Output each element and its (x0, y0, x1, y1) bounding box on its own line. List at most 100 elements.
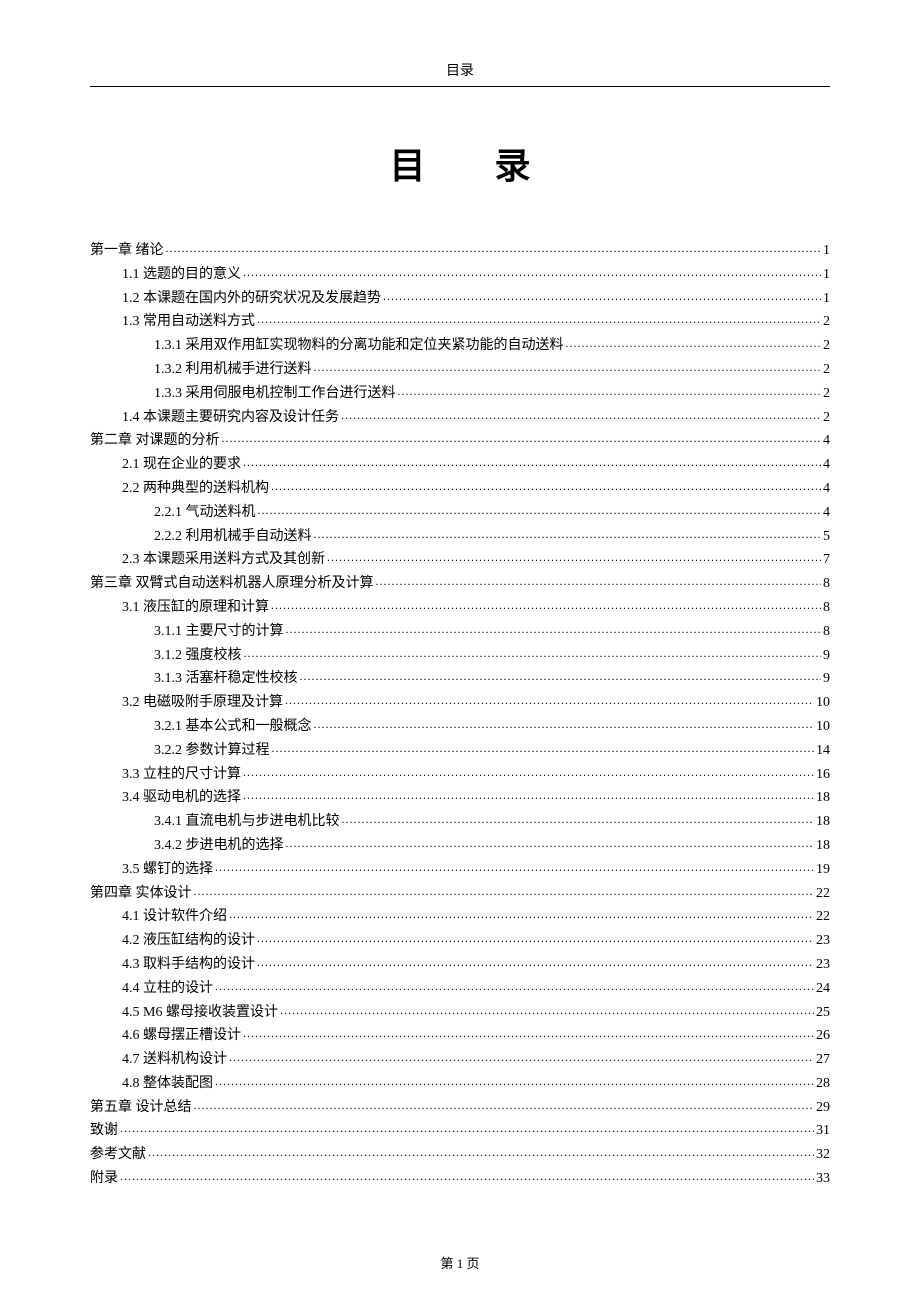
toc-entry[interactable]: 3.1.2 强度校核9 (90, 644, 830, 668)
toc-entry[interactable]: 1.3.2 利用机械手进行送料2 (90, 358, 830, 382)
toc-label: 3.1 液压缸的原理和计算 (122, 596, 269, 620)
toc-label: 附录 (90, 1167, 118, 1191)
toc-leader-dots (194, 883, 815, 897)
toc-page-number: 24 (816, 977, 830, 1001)
toc-label: 1.3 常用自动送料方式 (122, 310, 255, 334)
toc-label: 3.2.2 参数计算过程 (154, 739, 270, 763)
toc-page-number: 1 (823, 263, 830, 287)
toc-page-number: 22 (816, 882, 830, 906)
toc-label: 参考文献 (90, 1143, 146, 1167)
toc-entry[interactable]: 4.2 液压缸结构的设计23 (90, 929, 830, 953)
toc-label: 3.4.1 直流电机与步进电机比较 (154, 810, 340, 834)
toc-label: 3.1.1 主要尺寸的计算 (154, 620, 284, 644)
toc-label: 1.3.1 采用双作用缸实现物料的分离功能和定位夹紧功能的自动送料 (154, 334, 564, 358)
toc-leader-dots (120, 1120, 814, 1134)
toc-entry[interactable]: 3.1 液压缸的原理和计算8 (90, 596, 830, 620)
page-title: 目 录 (90, 137, 830, 189)
toc-entry[interactable]: 3.4 驱动电机的选择18 (90, 786, 830, 810)
toc-entry[interactable]: 2.3 本课题采用送料方式及其创新7 (90, 548, 830, 572)
toc-leader-dots (243, 264, 821, 278)
toc-page-number: 23 (816, 953, 830, 977)
toc-leader-dots (148, 1144, 814, 1158)
toc-label: 2.2.1 气动送料机 (154, 501, 256, 525)
toc-entry[interactable]: 1.1 选题的目的意义 1 (90, 263, 830, 287)
toc-entry[interactable]: 3.2.1 基本公式和一般概念10 (90, 715, 830, 739)
toc-label: 3.2 电磁吸附手原理及计算 (122, 691, 283, 715)
toc-entry[interactable]: 第一章 绪论 1 (90, 239, 830, 263)
toc-label: 第一章 绪论 (90, 239, 164, 263)
toc-page-number: 1 (823, 239, 830, 263)
toc-label: 2.2 两种典型的送料机构 (122, 477, 269, 501)
toc-leader-dots (398, 383, 822, 397)
toc-entry[interactable]: 4.5 M6 螺母接收装置设计25 (90, 1001, 830, 1025)
toc-page-number: 9 (823, 667, 830, 691)
toc-entry[interactable]: 3.3 立柱的尺寸计算16 (90, 763, 830, 787)
toc-page-number: 10 (816, 691, 830, 715)
toc-page-number: 4 (823, 453, 830, 477)
toc-label: 2.3 本课题采用送料方式及其创新 (122, 548, 325, 572)
toc-page-number: 4 (823, 501, 830, 525)
toc-page-number: 19 (816, 858, 830, 882)
toc-label: 3.2.1 基本公式和一般概念 (154, 715, 312, 739)
toc-label: 第二章 对课题的分析 (90, 429, 220, 453)
toc-label: 致谢 (90, 1119, 118, 1143)
toc-entry[interactable]: 4.1 设计软件介绍22 (90, 905, 830, 929)
toc-page-number: 25 (816, 1001, 830, 1025)
toc-label: 1.1 选题的目的意义 (122, 263, 241, 287)
toc-entry[interactable]: 3.4.2 步进电机的选择18 (90, 834, 830, 858)
toc-label: 4.7 送料机构设计 (122, 1048, 227, 1072)
toc-leader-dots (271, 478, 821, 492)
toc-leader-dots (341, 407, 821, 421)
toc-entry[interactable]: 4.7 送料机构设计 27 (90, 1048, 830, 1072)
toc-entry[interactable]: 2.2.2 利用机械手自动送料5 (90, 525, 830, 549)
toc-leader-dots (229, 906, 814, 920)
toc-page-number: 2 (823, 406, 830, 430)
toc-entry[interactable]: 3.5 螺钉的选择19 (90, 858, 830, 882)
toc-label: 第四章 实体设计 (90, 882, 192, 906)
toc-leader-dots (243, 1025, 814, 1039)
toc-label: 1.3.2 利用机械手进行送料 (154, 358, 312, 382)
toc-entry[interactable]: 4.3 取料手结构的设计23 (90, 953, 830, 977)
toc-page-number: 2 (823, 334, 830, 358)
toc-leader-dots (166, 240, 822, 254)
toc-entry[interactable]: 1.2 本课题在国内外的研究状况及发展趋势1 (90, 287, 830, 311)
toc-entry[interactable]: 3.2.2 参数计算过程 14 (90, 739, 830, 763)
toc-entry[interactable]: 第二章 对课题的分析4 (90, 429, 830, 453)
toc-entry[interactable]: 第五章 设计总结29 (90, 1096, 830, 1120)
toc-entry[interactable]: 1.4 本课题主要研究内容及设计任务 2 (90, 406, 830, 430)
toc-entry[interactable]: 附录33 (90, 1167, 830, 1191)
toc-entry[interactable]: 4.4 立柱的设计24 (90, 977, 830, 1001)
toc-entry[interactable]: 第四章 实体设计 22 (90, 882, 830, 906)
toc-entry[interactable]: 参考文献 32 (90, 1143, 830, 1167)
toc-entry[interactable]: 4.8 整体装配图28 (90, 1072, 830, 1096)
toc-leader-dots (243, 787, 814, 801)
toc-page-number: 32 (816, 1143, 830, 1167)
toc-page-number: 27 (816, 1048, 830, 1072)
toc-leader-dots (300, 668, 822, 682)
toc-entry[interactable]: 1.3.3 采用伺服电机控制工作台进行送料2 (90, 382, 830, 406)
toc-entry[interactable]: 致谢 31 (90, 1119, 830, 1143)
toc-entry[interactable]: 2.2 两种典型的送料机构4 (90, 477, 830, 501)
toc-entry[interactable]: 2.1 现在企业的要求4 (90, 453, 830, 477)
toc-label: 3.4.2 步进电机的选择 (154, 834, 284, 858)
toc-leader-dots (258, 502, 822, 516)
toc-page-number: 31 (816, 1119, 830, 1143)
toc-entry[interactable]: 第三章 双臂式自动送料机器人原理分析及计算8 (90, 572, 830, 596)
toc-entry[interactable]: 4.6 螺母摆正槽设计26 (90, 1024, 830, 1048)
toc-label: 1.4 本课题主要研究内容及设计任务 (122, 406, 339, 430)
toc-leader-dots (257, 311, 821, 325)
toc-entry[interactable]: 1.3.1 采用双作用缸实现物料的分离功能和定位夹紧功能的自动送料 2 (90, 334, 830, 358)
toc-label: 第五章 设计总结 (90, 1096, 192, 1120)
toc-entry[interactable]: 3.1.1 主要尺寸的计算8 (90, 620, 830, 644)
toc-entry[interactable]: 3.2 电磁吸附手原理及计算 10 (90, 691, 830, 715)
toc-entry[interactable]: 1.3 常用自动送料方式2 (90, 310, 830, 334)
toc-entry[interactable]: 2.2.1 气动送料机 4 (90, 501, 830, 525)
toc-page-number: 9 (823, 644, 830, 668)
toc-page-number: 14 (816, 739, 830, 763)
toc-leader-dots (314, 359, 822, 373)
toc-leader-dots (314, 526, 822, 540)
running-header: 目录 (90, 60, 830, 80)
toc-entry[interactable]: 3.4.1 直流电机与步进电机比较18 (90, 810, 830, 834)
toc-label: 4.1 设计软件介绍 (122, 905, 227, 929)
toc-entry[interactable]: 3.1.3 活塞杆稳定性校核9 (90, 667, 830, 691)
